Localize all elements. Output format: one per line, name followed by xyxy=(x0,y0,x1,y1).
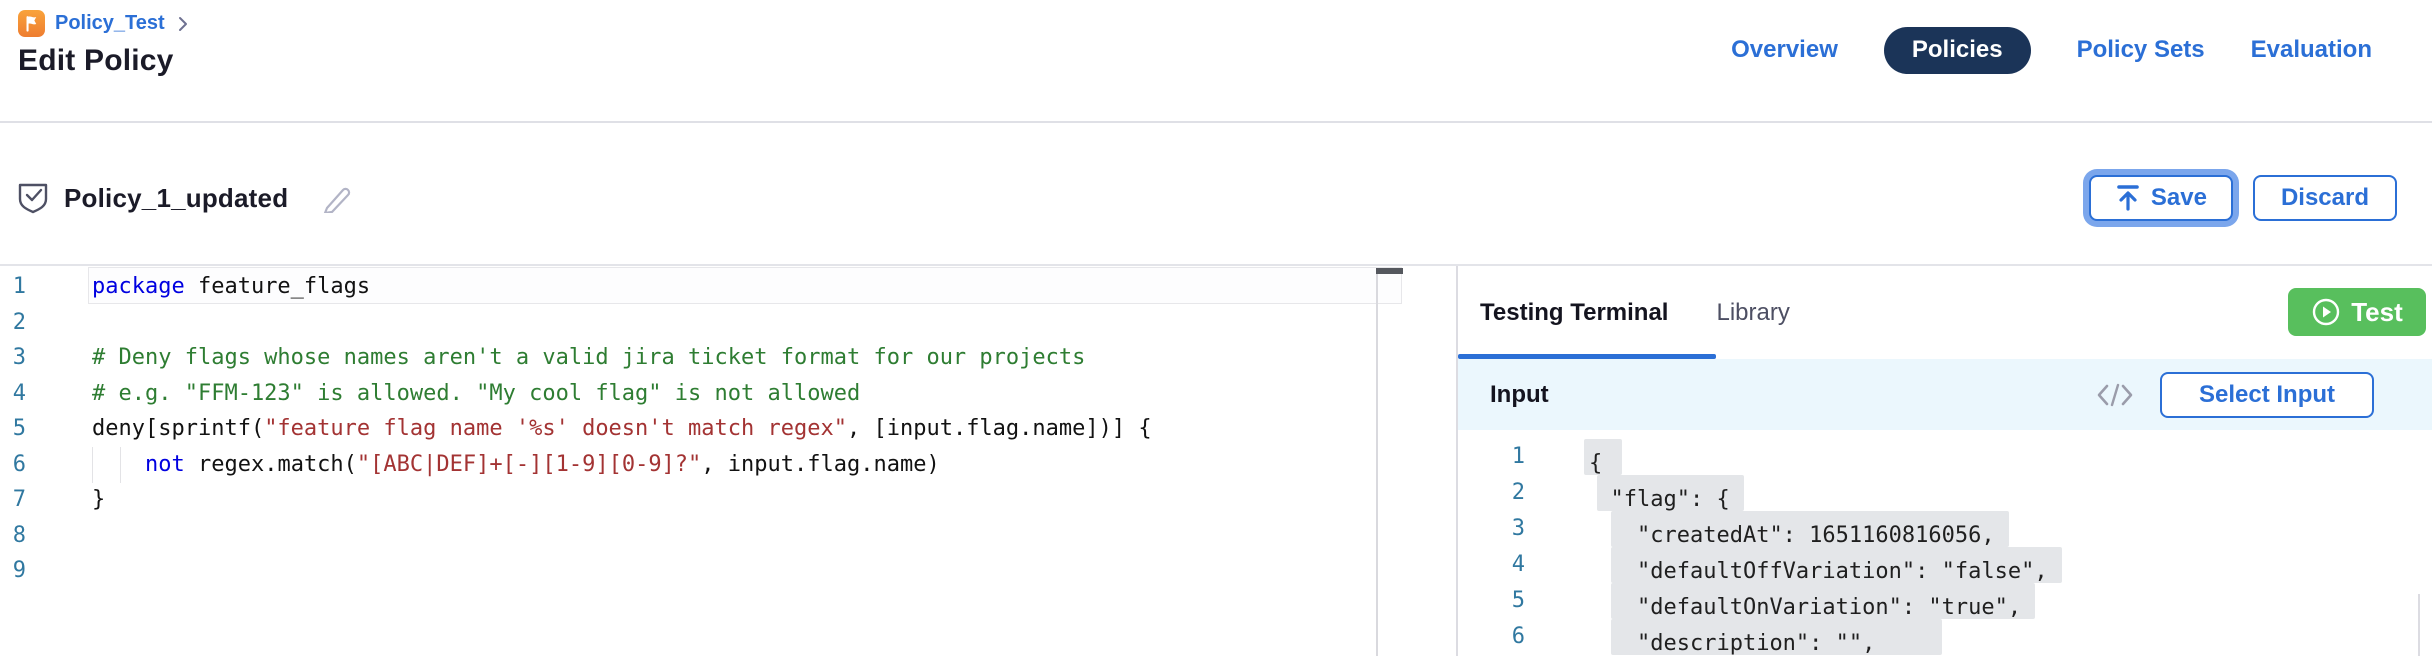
chevron-right-icon xyxy=(175,16,191,32)
json-selection-highlight: "description": "", xyxy=(1611,619,1943,655)
test-button[interactable]: Test xyxy=(2288,288,2426,336)
code-line-content: not regex.match("[ABC|DEF]+[-][1-9][0-9]… xyxy=(92,447,940,483)
policy-toolbar: Policy_1_updated Save Discard xyxy=(0,160,2432,236)
line-number: 3 xyxy=(1458,511,1525,547)
policy-name-group: Policy_1_updated xyxy=(18,182,354,214)
rego-code-editor[interactable]: 1 package feature_flags 23 # Deny flags who… xyxy=(0,266,1456,656)
play-circle-icon xyxy=(2311,297,2341,327)
breadcrumb: Policy_Test xyxy=(18,10,191,37)
tab-library[interactable]: Library xyxy=(1716,299,1789,327)
line-number: 2 xyxy=(1458,475,1525,511)
code-line: 5 deny[sprintf("feature flag name '%s' do… xyxy=(0,411,1456,447)
pencil-icon[interactable] xyxy=(322,183,354,213)
select-input-button-label: Select Input xyxy=(2199,381,2335,409)
code-line: 3 # Deny flags whose names aren't a valid… xyxy=(0,340,1456,376)
json-selection-highlight: "flag": { xyxy=(1597,475,1743,511)
code-line-content: # Deny flags whose names aren't a valid … xyxy=(92,340,1085,376)
input-json-editor[interactable]: 1{2 "flag": {3 "createdAt": 165116081605… xyxy=(1458,430,2432,656)
json-line: 5 "defaultOnVariation": "true", xyxy=(1458,583,2432,619)
line-number: 7 xyxy=(0,482,26,518)
json-line: 2 "flag": { xyxy=(1458,475,2432,511)
nav-item-overview[interactable]: Overview xyxy=(1731,36,1838,64)
editor-scrollbar-thumb[interactable] xyxy=(1376,268,1403,274)
upload-icon xyxy=(2115,184,2141,212)
top-nav: Overview Policies Policy Sets Evaluation xyxy=(1731,26,2372,74)
line-number: 4 xyxy=(0,376,26,412)
save-button-focus-ring: Save xyxy=(2083,169,2239,227)
line-number: 6 xyxy=(0,447,26,483)
line-number: 5 xyxy=(0,411,26,447)
code-brackets-icon[interactable] xyxy=(2095,381,2135,409)
flag-logo-icon xyxy=(18,10,45,37)
tab-testing-terminal[interactable]: Testing Terminal xyxy=(1480,299,1668,327)
json-selection-highlight: "createdAt": 1651160816056, xyxy=(1611,511,2009,547)
discard-button[interactable]: Discard xyxy=(2253,175,2397,221)
code-line: 4 # e.g. "FFM-123" is allowed. "My cool f… xyxy=(0,376,1456,412)
active-tab-underline xyxy=(1458,354,1716,359)
json-line: 4 "defaultOffVariation": "false", xyxy=(1458,547,2432,583)
line-number: 1 xyxy=(1458,439,1525,475)
input-label: Input xyxy=(1490,381,1549,409)
shield-check-icon xyxy=(18,182,48,214)
page-title: Edit Policy xyxy=(18,44,174,78)
select-input-button[interactable]: Select Input xyxy=(2160,372,2374,418)
editor-workspace: 1package feature_flags23# Deny flags who… xyxy=(0,264,2432,656)
input-header-strip: Input Select Input xyxy=(1458,359,2432,430)
line-number: 6 xyxy=(1458,619,1525,655)
line-number: 9 xyxy=(0,553,26,589)
line-number: 5 xyxy=(1458,583,1525,619)
line-number: 1 xyxy=(0,269,26,305)
json-scrollbar-track xyxy=(2418,594,2420,656)
editor-scrollbar-track xyxy=(1376,268,1378,656)
code-line: 7} xyxy=(0,482,1456,518)
json-code-lines: 1{2 "flag": {3 "createdAt": 165116081605… xyxy=(1458,439,2432,655)
nav-item-evaluation[interactable]: Evaluation xyxy=(2251,36,2372,64)
json-selection-highlight: { xyxy=(1584,439,1622,475)
breadcrumb-link-policy-test[interactable]: Policy_Test xyxy=(55,12,165,35)
json-selection-highlight: "defaultOnVariation": "true", xyxy=(1611,583,2036,619)
code-line: 8 xyxy=(0,518,1456,554)
save-button[interactable]: Save xyxy=(2089,175,2233,221)
code-line-content: } xyxy=(92,482,105,518)
json-line: 1{ xyxy=(1458,439,2432,475)
policy-name: Policy_1_updated xyxy=(64,183,288,214)
indent-guide xyxy=(92,447,93,483)
discard-button-label: Discard xyxy=(2281,184,2369,212)
line-number: 8 xyxy=(0,518,26,554)
code-line-content: deny[sprintf("feature flag name '%s' doe… xyxy=(92,411,1152,447)
header-divider xyxy=(0,121,2432,123)
code-line: 6 not regex.match("[ABC|DEF]+[-][1-9][0-… xyxy=(0,447,1456,483)
line-number: 4 xyxy=(1458,547,1525,583)
test-button-label: Test xyxy=(2351,297,2403,328)
save-button-label: Save xyxy=(2151,184,2207,212)
line-number: 2 xyxy=(0,305,26,341)
code-line-content: # e.g. "FFM-123" is allowed. "My cool fl… xyxy=(92,376,860,412)
testing-panel: Testing Terminal Library Test Input Selec… xyxy=(1458,266,2432,656)
indent-guide xyxy=(120,447,121,483)
rego-code-lines: 1 package feature_flags 23 # Deny flags who… xyxy=(0,266,1456,589)
nav-item-policies[interactable]: Policies xyxy=(1884,27,2031,74)
code-line: 9 xyxy=(0,553,1456,589)
edit-policy-page: Policy_Test Edit Policy Overview Policies… xyxy=(0,0,2432,656)
nav-item-policy-sets[interactable]: Policy Sets xyxy=(2077,36,2205,64)
code-line: 1 package feature_flags xyxy=(0,269,1456,305)
json-line: 3 "createdAt": 1651160816056, xyxy=(1458,511,2432,547)
code-line-content: package feature_flags xyxy=(92,269,370,305)
json-selection-highlight: "defaultOffVariation": "false", xyxy=(1611,547,2062,583)
code-line: 2 xyxy=(0,305,1456,341)
line-number: 3 xyxy=(0,340,26,376)
testing-tabs-row: Testing Terminal Library Test xyxy=(1458,266,2432,359)
